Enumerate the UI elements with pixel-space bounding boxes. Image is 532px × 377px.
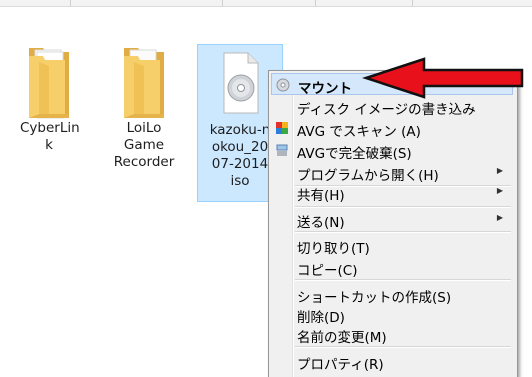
- menu-separator: [295, 346, 511, 348]
- menu-item-avg-shred[interactable]: AVGで完全破棄(S): [271, 139, 513, 162]
- submenu-arrow-icon: ▶: [496, 166, 503, 175]
- ribbon-divider: [222, 0, 223, 6]
- folder-icon: [29, 48, 69, 119]
- menu-item-avg-scan[interactable]: AVG でスキャン (A): [271, 117, 513, 140]
- file-item-cyberlink[interactable]: CyberLin k: [20, 40, 80, 154]
- red-arrow-annotation-icon: [362, 57, 524, 99]
- shredder-icon: [276, 144, 288, 156]
- disc-image-icon: [223, 52, 259, 114]
- menu-item-copy[interactable]: コピー(C): [271, 256, 513, 279]
- menu-item-open-with[interactable]: プログラムから開く(H) ▶: [271, 161, 513, 184]
- menu-item-label: コピー(C): [297, 263, 358, 279]
- file-label: LoiLo Game Recorder: [113, 120, 175, 170]
- menu-item-label: 送る(N): [297, 215, 345, 231]
- menu-item-label: マウント: [298, 81, 352, 97]
- menu-item-label: AVGで完全破棄(S): [297, 146, 412, 162]
- menu-item-properties[interactable]: プロパティ(R): [271, 350, 513, 373]
- menu-item-label: AVG でスキャン (A): [297, 124, 421, 140]
- menu-item-cut[interactable]: 切り取り(T): [271, 234, 513, 257]
- context-menu: マウント ディスク イメージの書き込み AVG でスキャン (A) AVGで完全…: [268, 70, 518, 377]
- ribbon-divider: [315, 0, 316, 6]
- file-label: CyberLin k: [20, 120, 80, 153]
- menu-separator: [295, 279, 511, 281]
- submenu-arrow-icon: ▶: [496, 213, 503, 222]
- menu-item-rename[interactable]: 名前の変更(M): [271, 323, 513, 346]
- menu-separator: [295, 231, 511, 233]
- folder-icon: [124, 48, 164, 118]
- submenu-arrow-icon: ▶: [496, 186, 503, 195]
- ribbon-divider: [70, 0, 71, 6]
- menu-item-send-to[interactable]: 送る(N) ▶: [271, 208, 513, 231]
- menu-item-label: 切り取り(T): [297, 241, 370, 257]
- menu-item-label: ディスク イメージの書き込み: [297, 102, 476, 118]
- disc-icon: [276, 78, 290, 92]
- ribbon-bottom-edge: [0, 0, 532, 7]
- menu-item-label: 名前の変更(M): [297, 330, 387, 346]
- menu-item-create-shortcut[interactable]: ショートカットの作成(S): [271, 283, 513, 306]
- file-item-loilo-game-recorder[interactable]: LoiLo Game Recorder: [106, 40, 182, 171]
- menu-item-share[interactable]: 共有(H) ▶: [271, 181, 513, 204]
- ribbon-divider: [412, 0, 413, 6]
- menu-item-delete[interactable]: 削除(D): [271, 303, 513, 326]
- avg-icon: [276, 122, 288, 134]
- menu-item-label: プロパティ(R): [297, 357, 384, 373]
- menu-item-label: 共有(H): [297, 188, 345, 204]
